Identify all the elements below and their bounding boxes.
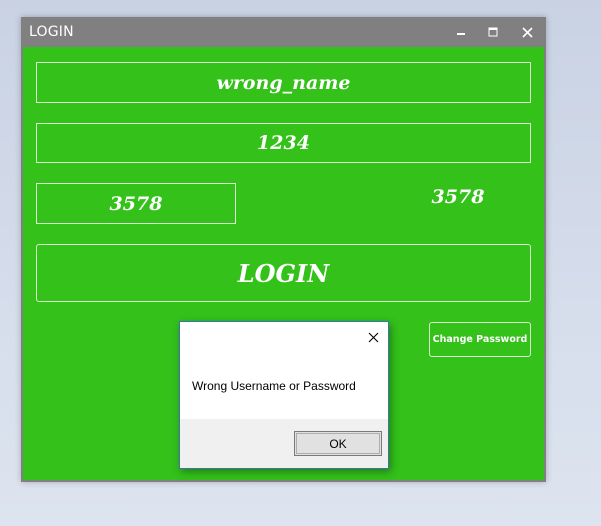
password-value: 1234 [257, 132, 310, 154]
dialog-footer: OK [180, 419, 388, 468]
window-titlebar[interactable]: LOGIN [21, 17, 546, 47]
username-field[interactable]: wrong_name [36, 62, 531, 103]
password-field[interactable]: 1234 [36, 123, 531, 163]
ok-button[interactable]: OK [294, 431, 382, 456]
login-button[interactable]: LOGIN [36, 244, 531, 302]
change-password-button[interactable]: Change Password [429, 322, 531, 357]
dialog-close-button[interactable] [364, 328, 382, 346]
maximize-button[interactable] [477, 17, 509, 47]
username-value: wrong_name [216, 71, 351, 94]
captcha-input[interactable]: 3578 [36, 183, 236, 224]
captcha-input-value: 3578 [109, 192, 163, 215]
change-password-label: Change Password [432, 334, 528, 345]
captcha-label: 3578 [431, 186, 485, 208]
minimize-button[interactable] [445, 17, 477, 47]
dialog-message: Wrong Username or Password [192, 379, 356, 393]
window-title: LOGIN [29, 24, 74, 40]
minimize-icon [457, 33, 465, 35]
close-icon [368, 332, 378, 342]
error-dialog: Wrong Username or Password OK [179, 321, 389, 469]
login-button-label: LOGIN [237, 258, 330, 288]
close-button[interactable] [511, 17, 543, 47]
maximize-icon [488, 27, 498, 37]
ok-button-label: OK [329, 436, 347, 451]
close-icon [521, 26, 533, 38]
